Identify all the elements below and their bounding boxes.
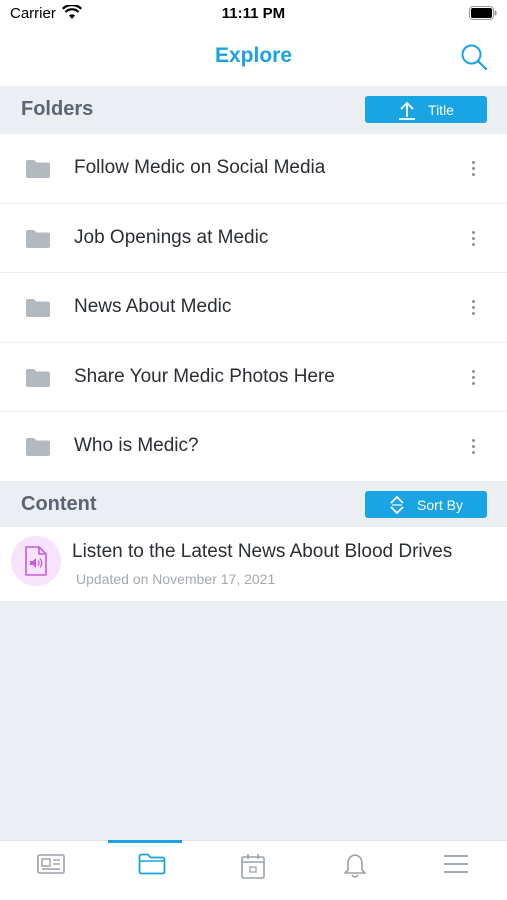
up-down-chevron-icon [390,495,404,514]
tab-bar [0,840,507,900]
content-title: Content [21,493,97,515]
folder-item-news-about-medic[interactable]: News About Medic [0,273,507,343]
more-options-icon[interactable] [469,228,477,250]
tab-news[interactable] [0,841,101,900]
status-time: 11:11 PM [221,5,286,22]
tab-notifications[interactable] [304,841,405,900]
content-item[interactable]: Listen to the Latest News About Blood Dr… [0,527,507,601]
calendar-icon [241,854,266,879]
folder-label: Who is Medic? [74,435,199,457]
folder-icon [138,853,166,875]
folder-icon [26,438,50,457]
content-item-title: Listen to the Latest News About Blood Dr… [72,541,453,562]
newspaper-icon [36,854,65,874]
upload-arrow-icon [399,101,416,120]
folder-item-share-photos[interactable]: Share Your Medic Photos Here [0,342,507,413]
status-bar: Carrier 11:11 PM [0,0,507,28]
folder-label: News About Medic [74,296,232,318]
more-options-icon[interactable] [469,297,477,319]
folder-label: Share Your Medic Photos Here [74,365,335,387]
tab-menu[interactable] [406,841,507,900]
folder-item-who-is-medic[interactable]: Who is Medic? [0,412,507,482]
search-icon [461,44,488,71]
folder-icon [26,368,50,387]
folder-list: Follow Medic on Social Media Job Opening… [0,134,507,482]
folders-title: Folders [21,98,94,120]
folder-label: Follow Medic on Social Media [74,157,326,178]
folder-item-follow-medic[interactable]: Follow Medic on Social Media [0,134,507,204]
content-item-updated: Updated on November 17, 2021 [76,571,276,587]
sort-by-label: Sort By [417,496,463,513]
battery-icon [469,6,497,20]
tab-calendar[interactable] [203,841,304,900]
search-button[interactable] [459,42,489,72]
tab-explore[interactable] [101,841,202,900]
more-options-icon[interactable] [469,436,477,458]
more-options-icon[interactable] [469,158,477,180]
folder-label: Job Openings at Medic [74,226,269,248]
sort-title-label: Title [428,101,454,118]
folders-header: Folders Title [0,86,507,134]
folder-icon [26,229,50,248]
page-title: Explore [214,44,293,67]
folder-icon [26,299,50,318]
bell-icon [344,854,366,878]
folder-icon [26,160,50,178]
content-header: Content Sort By [0,481,507,529]
menu-icon [444,855,469,873]
more-options-icon[interactable] [469,367,477,389]
audio-file-icon [11,536,61,586]
folder-item-job-openings[interactable]: Job Openings at Medic [0,203,507,274]
sort-title-button[interactable]: Title [365,96,487,123]
sort-by-button[interactable]: Sort By [365,491,487,518]
nav-bar: Explore [0,28,507,86]
